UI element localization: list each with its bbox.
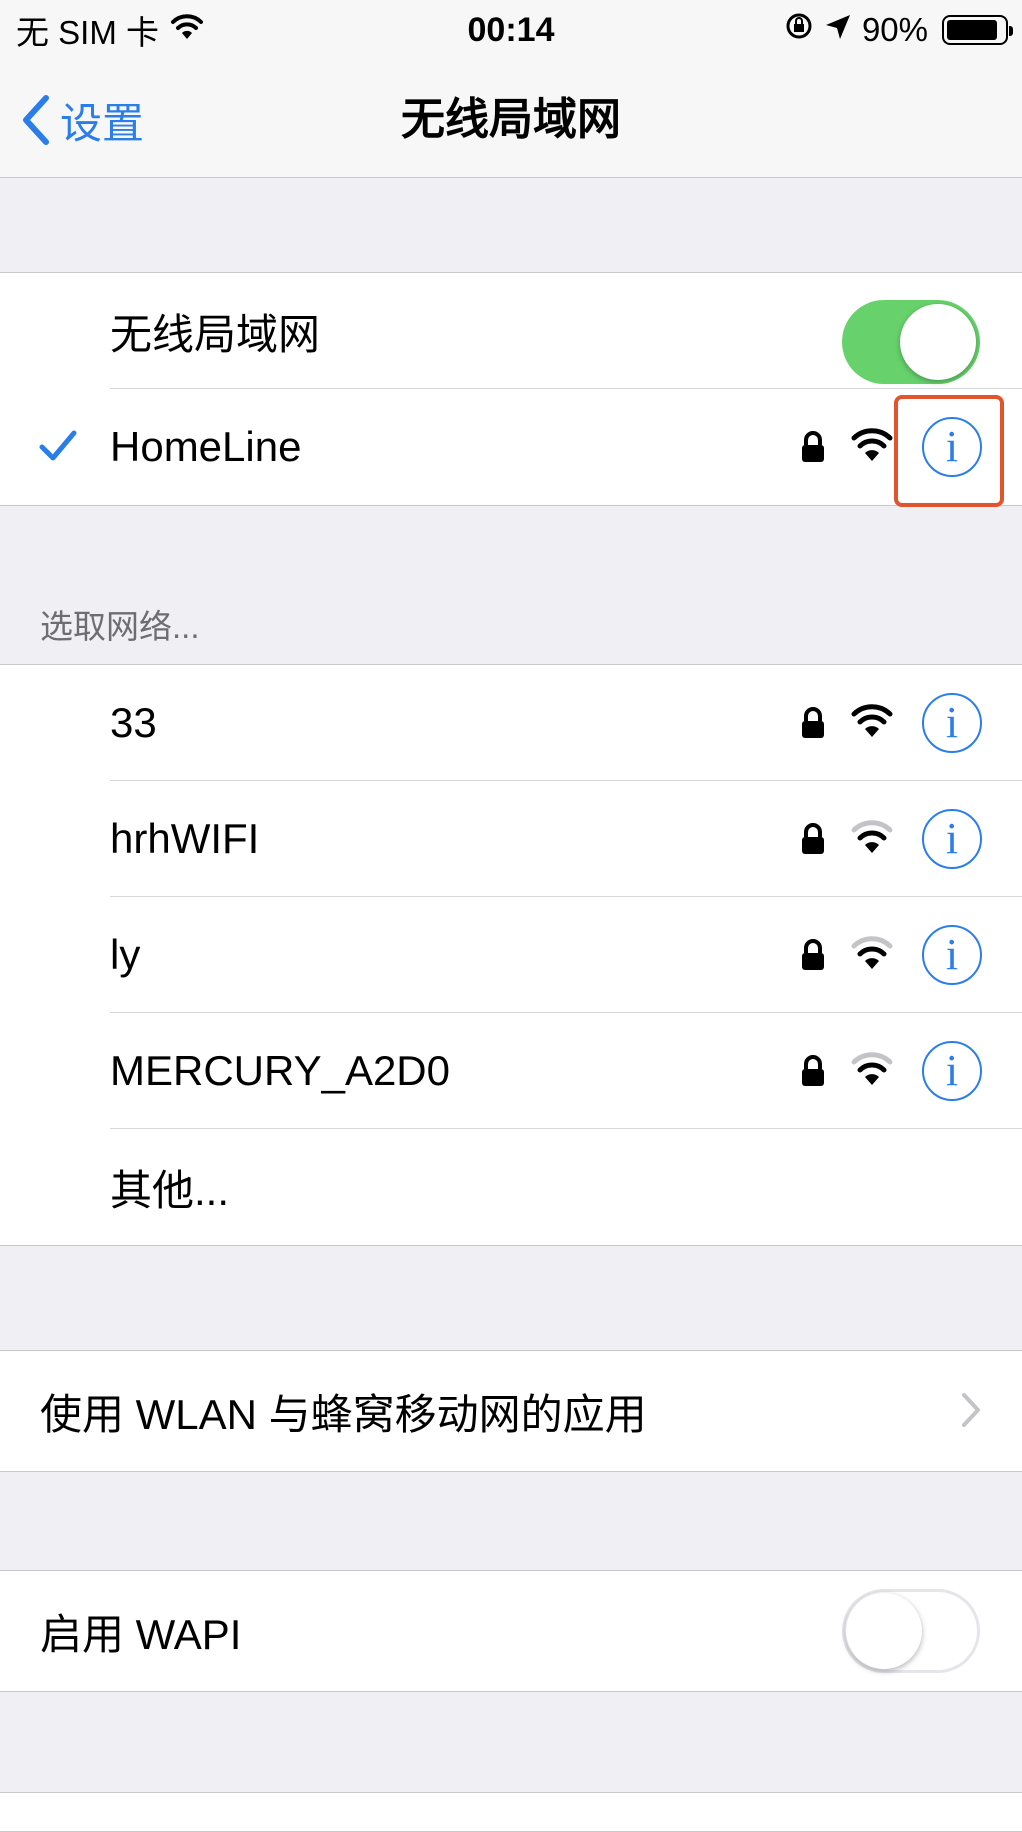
chevron-right-icon [960, 1391, 982, 1434]
network-name: hrhWIFI [110, 815, 260, 862]
status-bar: 无 SIM 卡 00:14 90% [0, 0, 1022, 60]
network-name: MERCURY_A2D0 [110, 1047, 450, 1094]
lock-icon [800, 823, 826, 860]
next-group [0, 1792, 1022, 1832]
status-left: 无 SIM 卡 [16, 6, 205, 54]
apps-row[interactable]: 使用 WLAN 与蜂窝移动网的应用 [0, 1351, 1022, 1471]
apps-row-label: 使用 WLAN 与蜂窝移动网的应用 [40, 1390, 647, 1438]
lock-icon [800, 939, 826, 976]
wifi-status-icon [169, 11, 205, 49]
info-button[interactable]: i [922, 925, 982, 985]
wifi-toggle-row: 无线局域网 [0, 273, 1022, 389]
wifi-signal-icon [850, 935, 894, 976]
wifi-signal-icon [850, 819, 894, 860]
battery-icon [942, 15, 1013, 45]
network-row[interactable]: 33 i [0, 665, 1022, 781]
connected-network-row[interactable]: HomeLine i [0, 389, 1022, 507]
wapi-group: 启用 WAPI [0, 1570, 1022, 1692]
lock-icon [800, 707, 826, 744]
choose-network-header: 选取网络... [40, 608, 200, 645]
info-button[interactable]: i [922, 1041, 982, 1101]
wapi-toggle[interactable] [842, 1589, 980, 1673]
wapi-row: 启用 WAPI [0, 1571, 1022, 1691]
lock-icon [800, 431, 826, 468]
lock-icon [800, 1055, 826, 1092]
wifi-toggle-label: 无线局域网 [110, 310, 321, 358]
network-row[interactable]: MERCURY_A2D0 i [0, 1013, 1022, 1129]
other-network-label: 其他... [110, 1166, 230, 1214]
carrier-label: 无 SIM 卡 [16, 14, 160, 51]
apps-group: 使用 WLAN 与蜂窝移动网的应用 [0, 1350, 1022, 1472]
wifi-signal-icon [850, 427, 894, 468]
page-title: 无线局域网 [401, 95, 621, 144]
wifi-group: 无线局域网 HomeLine i [0, 272, 1022, 507]
checkmark-icon [38, 429, 78, 468]
battery-fill [947, 20, 998, 40]
other-network-row[interactable]: 其他... [0, 1129, 1022, 1245]
wifi-toggle[interactable] [842, 300, 980, 384]
network-name: ly [110, 931, 141, 978]
network-row[interactable]: ly i [0, 897, 1022, 1013]
connected-network-name: HomeLine [110, 423, 302, 470]
highlight-box [894, 395, 1004, 507]
location-arrow-icon [824, 11, 852, 49]
wapi-label: 启用 WAPI [40, 1610, 242, 1658]
toggle-knob [846, 1593, 922, 1669]
network-row[interactable]: hrhWIFI i [0, 781, 1022, 897]
wifi-signal-icon [850, 703, 894, 744]
rotation-lock-icon [784, 11, 814, 49]
info-button[interactable]: i [922, 809, 982, 869]
info-button[interactable]: i [922, 693, 982, 753]
toggle-knob [900, 304, 976, 380]
networks-group: 33 i hrhWIFI i ly i MERCURY_A2D0 i 其他... [0, 664, 1022, 1246]
network-name: 33 [110, 699, 157, 746]
wifi-signal-icon [850, 1051, 894, 1092]
battery-percent: 90% [861, 11, 928, 48]
nav-bar: 设置 无线局域网 [0, 60, 1022, 178]
status-right: 90% [784, 11, 1013, 49]
